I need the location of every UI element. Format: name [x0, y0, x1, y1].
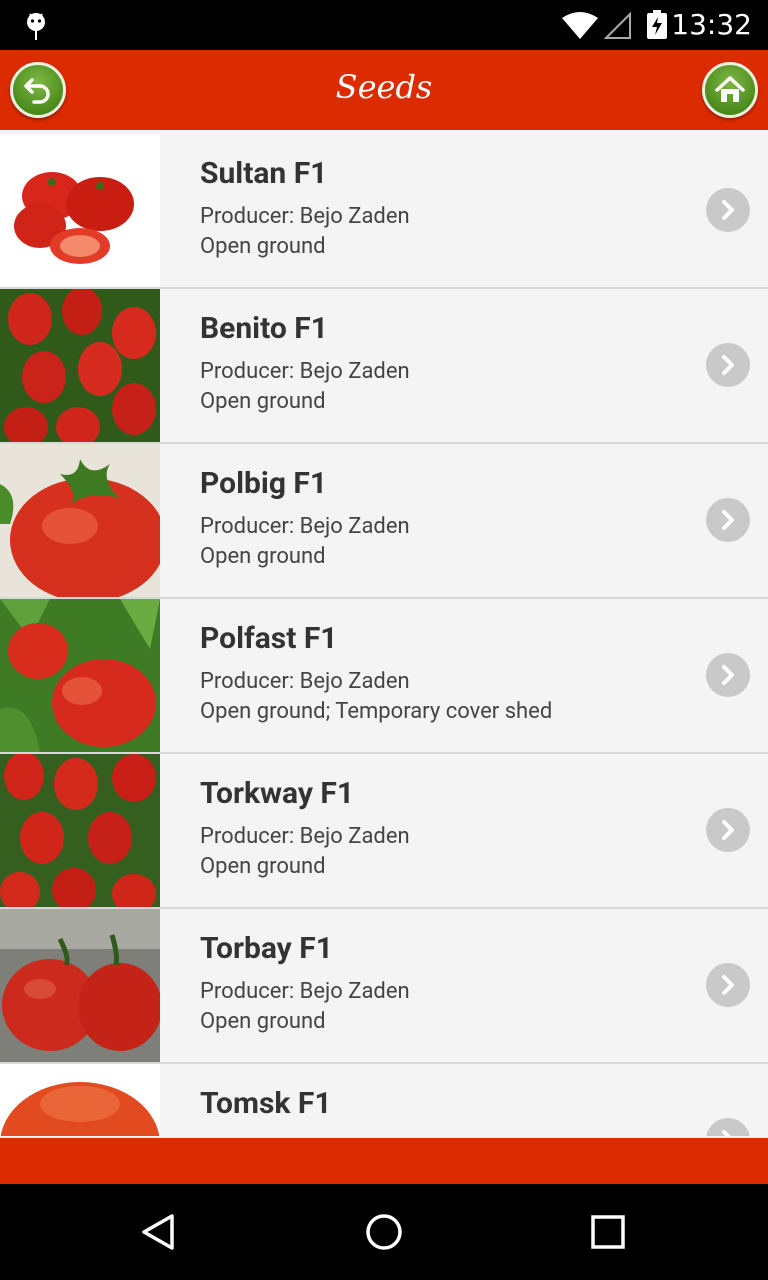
- chevron-right-icon[interactable]: [706, 808, 750, 852]
- tomato-thumbnail: [0, 1064, 160, 1136]
- seed-producer: Producer: Bejo Zaden: [200, 514, 410, 539]
- tomato-thumbnail: [0, 909, 160, 1062]
- seed-name: Sultan F1: [200, 156, 328, 191]
- tomato-thumbnail: [0, 289, 160, 442]
- home-icon: [715, 76, 745, 102]
- seed-producer: Producer: Bejo Zaden: [200, 359, 410, 384]
- chevron-right-icon[interactable]: [706, 653, 750, 697]
- seed-ground: Open ground: [200, 854, 326, 879]
- wifi-icon: [562, 12, 598, 39]
- seed-ground: Open ground: [200, 544, 326, 569]
- seed-ground: Open ground: [200, 1009, 326, 1034]
- footer-bar: [0, 1138, 768, 1184]
- tomato-thumbnail: [0, 444, 160, 597]
- seed-name: Polfast F1: [200, 621, 338, 656]
- seed-producer: Producer: Bejo Zaden: [200, 824, 410, 849]
- list-item[interactable]: Torbay F1 Producer: Bejo Zaden Open grou…: [0, 909, 768, 1064]
- status-bar: 13:32: [0, 0, 768, 50]
- seed-name: Polbig F1: [200, 466, 328, 501]
- chevron-right-icon[interactable]: [706, 963, 750, 1007]
- seed-ground: Open ground: [200, 234, 326, 259]
- seed-name: Torkway F1: [200, 776, 355, 811]
- page-title: Seeds: [335, 68, 433, 106]
- android-debug-icon: [27, 13, 45, 40]
- seed-ground: Open ground; Temporary cover shed: [200, 699, 553, 724]
- tomato-thumbnail: [0, 754, 160, 907]
- chevron-right-icon[interactable]: [706, 1118, 750, 1136]
- signal-icon: [604, 12, 631, 39]
- nav-home-icon[interactable]: [360, 1208, 408, 1256]
- list-item[interactable]: Polfast F1 Producer: Bejo Zaden Open gro…: [0, 599, 768, 754]
- seed-name: Tomsk F1: [200, 1086, 332, 1121]
- status-time: 13:32: [671, 8, 752, 41]
- seed-producer: Producer: Bejo Zaden: [200, 204, 410, 229]
- list-item[interactable]: Tomsk F1: [0, 1064, 768, 1136]
- home-button[interactable]: [702, 62, 758, 118]
- seed-producer: Producer: Bejo Zaden: [200, 669, 410, 694]
- chevron-right-icon[interactable]: [706, 498, 750, 542]
- chevron-right-icon[interactable]: [706, 343, 750, 387]
- seed-name: Benito F1: [200, 311, 328, 346]
- seed-ground: Open ground: [200, 389, 326, 414]
- tomato-thumbnail: [0, 134, 160, 287]
- seed-list[interactable]: Sultan F1 Producer: Bejo Zaden Open grou…: [0, 134, 768, 1136]
- system-nav-bar: [0, 1184, 768, 1280]
- nav-back-icon[interactable]: [136, 1208, 184, 1256]
- list-item[interactable]: Sultan F1 Producer: Bejo Zaden Open grou…: [0, 134, 768, 289]
- chevron-right-icon[interactable]: [706, 188, 750, 232]
- nav-recents-icon[interactable]: [584, 1208, 632, 1256]
- battery-charging-icon: [647, 10, 667, 39]
- tomato-thumbnail: [0, 599, 160, 752]
- app-bar: Seeds: [0, 50, 768, 130]
- seed-producer: Producer: Bejo Zaden: [200, 979, 410, 1004]
- list-item[interactable]: Torkway F1 Producer: Bejo Zaden Open gro…: [0, 754, 768, 909]
- list-item[interactable]: Polbig F1 Producer: Bejo Zaden Open grou…: [0, 444, 768, 599]
- list-item[interactable]: Benito F1 Producer: Bejo Zaden Open grou…: [0, 289, 768, 444]
- seed-name: Torbay F1: [200, 931, 333, 966]
